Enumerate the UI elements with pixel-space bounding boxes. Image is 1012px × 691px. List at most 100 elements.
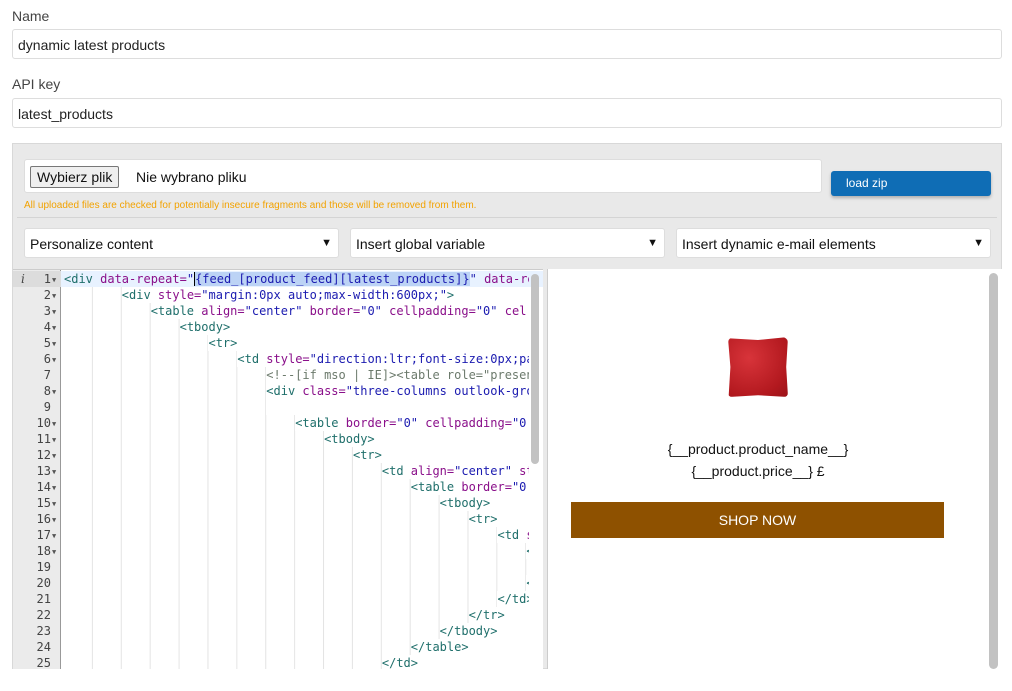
preview-scrollbar[interactable] [989,273,998,669]
code-line[interactable]: 10 ▼ <table border="0" cellpadding="0 [13,415,543,431]
code-token: align= [403,464,455,478]
code-text: < [64,575,529,591]
code-line[interactable]: 12 ▼ <tr> [13,447,543,463]
choose-file-button[interactable]: Wybierz plik [30,166,120,188]
select-label: Insert dynamic e-mail elements [682,236,876,252]
editor-scrollbar[interactable] [531,274,539,464]
code-text: </table> [64,639,529,655]
code-token: <table [410,480,455,494]
line-number: 24 [36,640,51,654]
code-text: </td> [64,655,529,669]
code-line[interactable]: 14 ▼ <table border="0 [13,479,543,495]
line-number: 23 [36,624,51,638]
divider [17,217,997,218]
fold-arrow-icon[interactable]: ▼ [52,384,56,400]
code-token: <tr> [468,512,498,526]
code-token: < [526,544,529,558]
indent-guides [64,319,180,335]
code-line[interactable]: 7 <!--[if mso | IE]><table role="presen [13,367,543,383]
code-token: " [469,272,477,286]
code-line[interactable]: 13▼<td align="center" st [13,463,543,479]
code-line[interactable]: 17▼<td s [13,527,543,543]
code-line[interactable]: 18▼< [13,543,543,559]
info-icon[interactable]: i [21,271,25,287]
code-line[interactable]: 6 ▼ <td style="direction:ltr;font-size:0px… [13,351,543,367]
code-line[interactable]: 1 i ▼ <div data-repeat="{feed_[product_feed… [13,271,543,287]
code-token: <tr> [208,336,238,350]
code-line[interactable]: 22 </tr> [13,607,543,623]
fold-arrow-icon[interactable]: ▼ [52,496,56,512]
product-image [728,337,788,397]
indent-guides [64,495,440,511]
fold-arrow-icon[interactable]: ▼ [52,416,56,432]
code-line[interactable]: 25 </td> [13,655,543,669]
code-line[interactable]: 2 ▼ <div style="margin:0px auto;max-width:… [13,287,543,303]
fold-arrow-icon[interactable]: ▼ [52,304,56,320]
code-token: > [446,288,455,302]
code-editor[interactable]: 1 i ▼ <div data-repeat="{feed_[product_feed… [13,269,543,669]
code-line[interactable]: 11 ▼ <tbody> [13,431,543,447]
indent-guides [64,303,151,319]
code-line[interactable]: 19 [13,559,543,575]
code-token: <td [381,464,404,478]
fold-arrow-icon[interactable]: ▼ [52,320,56,336]
code-token: data-re [476,272,529,286]
code-line[interactable]: 15 ▼ <tbody> [13,495,543,511]
load-zip-button[interactable]: load zip [831,171,991,196]
fold-arrow-icon[interactable]: ▼ [52,272,56,288]
code-text: <tr> [64,511,529,527]
indent-guides [64,527,498,543]
api-key-input[interactable]: latest_products [12,98,1002,128]
code-token: style= [259,352,310,366]
code-token: cel [497,304,527,318]
line-number: 20 [36,576,51,590]
fold-arrow-icon[interactable]: ▼ [52,544,56,560]
code-text: <div style="margin:0px auto;max-width:60… [64,287,529,303]
code-text: </tbody> [64,623,529,639]
fold-arrow-icon[interactable]: ▼ [52,432,56,448]
code-token: < [526,576,529,590]
fold-arrow-icon[interactable]: ▼ [52,448,56,464]
insert-dynamic-elements-select[interactable]: Insert dynamic e-mail elements ▼ [676,228,991,258]
code-line[interactable]: 8 ▼ <div class="three-columns outlook-gro [13,383,543,399]
code-token: "0 [511,416,527,430]
code-token: border= [338,416,397,430]
insert-global-variable-select[interactable]: Insert global variable ▼ [350,228,665,258]
select-label: Insert global variable [356,236,486,252]
indent-guides [64,511,469,527]
indent-guides [64,431,325,447]
personalize-content-select[interactable]: Personalize content ▼ [24,228,339,258]
code-line[interactable]: 20 < [13,575,543,591]
fold-arrow-icon[interactable]: ▼ [52,464,56,480]
code-line[interactable]: 24 </table> [13,639,543,655]
code-token: " [186,272,195,286]
code-line[interactable]: 4 ▼ <tbody> [13,319,543,335]
no-file-text: Nie wybrano pliku [136,169,247,185]
fold-arrow-icon[interactable]: ▼ [52,288,56,304]
code-line[interactable]: 3 ▼ <table align="center" border="0" cellp… [13,303,543,319]
code-token: <tr> [352,448,382,462]
fold-arrow-icon[interactable]: ▼ [52,528,56,544]
code-token: cellpadding= [381,304,476,318]
code-text: <div data-repeat="{feed_[product_feed][l… [64,271,529,287]
code-text [64,399,529,415]
indent-guides [64,607,469,623]
caret-down-icon: ▼ [321,237,332,249]
name-input[interactable]: dynamic latest products [12,29,1002,59]
fold-arrow-icon[interactable]: ▼ [52,336,56,352]
code-text: <td style="direction:ltr;font-size:0px;p… [64,351,529,367]
fold-arrow-icon[interactable]: ▼ [52,480,56,496]
code-line[interactable]: 21 </td> [13,591,543,607]
code-text [64,559,529,575]
code-token: "0 [511,480,527,494]
code-line[interactable]: 9 [13,399,543,415]
file-input[interactable]: Wybierz plik Nie wybrano pliku [24,159,822,193]
code-line[interactable]: 16 ▼ <tr> [13,511,543,527]
code-text: </td> [64,591,529,607]
fold-arrow-icon[interactable]: ▼ [52,352,56,368]
code-token: cellpadding= [418,416,512,430]
fold-arrow-icon[interactable]: ▼ [52,512,56,528]
code-line[interactable]: 23 </tbody> [13,623,543,639]
shop-now-button[interactable]: SHOP NOW [571,502,944,538]
code-line[interactable]: 5 ▼ <tr> [13,335,543,351]
